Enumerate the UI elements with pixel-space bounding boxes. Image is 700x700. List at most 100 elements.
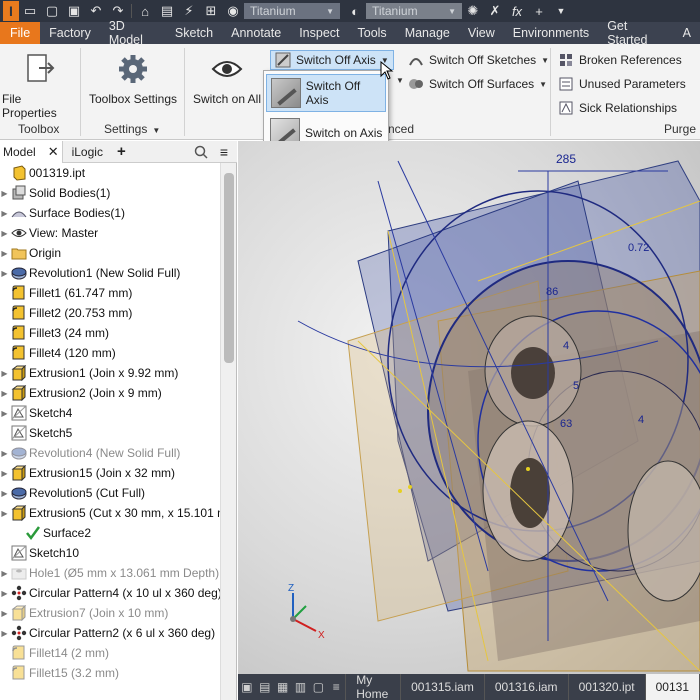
expand-arrow-icon[interactable]: ▶ [0, 609, 9, 618]
tab-annotate[interactable]: Annotate [222, 22, 290, 44]
doc-tab-001315[interactable]: 001315.iam [401, 674, 485, 700]
tree-node[interactable]: Sketch5 [0, 423, 72, 443]
browser-scrollbar[interactable] [220, 163, 236, 700]
file-properties-button[interactable]: File Properties [2, 52, 78, 120]
parameters-icon[interactable]: fx [506, 0, 528, 22]
tree-node[interactable]: Surface2 [0, 523, 91, 543]
appearance-icon[interactable]: ◐ [344, 0, 366, 22]
graphics-viewport[interactable]: 285 86 0.72 4 5 63 4 Z X [238, 141, 700, 674]
expand-arrow-icon[interactable]: ▶ [0, 589, 9, 598]
tree-node[interactable]: 001319.ipt [0, 163, 85, 183]
tab-factory[interactable]: Factory [40, 22, 100, 44]
cascade-icon[interactable]: ▤ [259, 678, 271, 696]
expand-arrow-icon[interactable]: ▶ [0, 509, 9, 518]
search-icon[interactable] [191, 141, 211, 163]
doc-tab-001320[interactable]: 001320.ipt [569, 674, 646, 700]
save-icon[interactable]: ▣ [63, 0, 85, 22]
tree-node[interactable]: ▶ Revolution1 (New Solid Full) [0, 263, 180, 283]
dropdown-item-switch-off-axis[interactable]: Switch Off Axis [266, 74, 386, 112]
tab-truncated[interactable]: A [674, 22, 700, 44]
tab-3d-model[interactable]: 3D Model [100, 19, 166, 47]
dimension-label[interactable]: 0.72 [628, 242, 649, 254]
split-icon[interactable]: ▥ [295, 678, 307, 696]
window-icon[interactable]: ▢ [313, 678, 325, 696]
tree-node[interactable]: ▶ Hole1 (Ø5 mm x 13.061 mm Depth) [0, 563, 219, 583]
close-icon[interactable]: ✕ [48, 144, 59, 160]
tab-manage[interactable]: Manage [396, 22, 459, 44]
expand-arrow-icon[interactable]: ▶ [0, 449, 9, 458]
switch-off-surfaces-button[interactable]: Switch Off Surfaces ▼ [408, 76, 547, 92]
tab-inspect[interactable]: Inspect [290, 22, 348, 44]
tree-node[interactable]: ▶ Origin [0, 243, 61, 263]
tree-node[interactable]: ▶ Sketch4 [0, 403, 72, 423]
dimension-label[interactable]: 285 [556, 152, 576, 166]
tab-view[interactable]: View [459, 22, 504, 44]
toolbox-settings-button[interactable]: Toolbox Settings [86, 52, 180, 106]
material-combo[interactable]: Titanium ▼ [244, 3, 340, 19]
broken-references-button[interactable]: Broken References [558, 52, 682, 68]
doc-tab-active[interactable]: 00131 [645, 674, 700, 700]
update-icon[interactable]: ⚡ [178, 0, 200, 22]
tree-node[interactable]: ▶ Circular Pattern4 (x 10 ul x 360 deg) [0, 583, 220, 603]
tree-node[interactable]: ▶ Solid Bodies(1) [0, 183, 110, 203]
tab-sketch[interactable]: Sketch [166, 22, 222, 44]
switch-on-all-button[interactable]: Switch on All [190, 52, 264, 106]
tree-node[interactable]: ▶ Extrusion7 (Join x 10 mm) [0, 603, 168, 623]
tree-node[interactable]: ▶ View: Master [0, 223, 98, 243]
expand-arrow-icon[interactable]: ▶ [0, 469, 9, 478]
group-label-settings[interactable]: Settings ▼ [104, 122, 160, 136]
expand-arrow-icon[interactable]: ▶ [0, 369, 9, 378]
undo-icon[interactable]: ↶ [85, 0, 107, 22]
expand-arrow-icon[interactable]: ▶ [0, 389, 9, 398]
expand-arrow-icon[interactable]: ▶ [0, 489, 9, 498]
tree-node[interactable]: ▶ Revolution4 (New Solid Full) [0, 443, 180, 463]
tree-node[interactable]: Fillet1 (61.747 mm) [0, 283, 132, 303]
tree-node[interactable]: ▶ Surface Bodies(1) [0, 203, 125, 223]
new-icon[interactable]: ▭ [19, 0, 41, 22]
color-wheel-icon[interactable]: ✺ [462, 0, 484, 22]
menu-icon[interactable]: ≡ [217, 141, 231, 163]
return-icon[interactable]: ▤ [156, 0, 178, 22]
clear-appearance-icon[interactable]: ✗ [484, 0, 506, 22]
menu-icon[interactable]: ≡ [330, 678, 342, 696]
expand-arrow-icon[interactable]: ▶ [0, 569, 9, 578]
tab-environments[interactable]: Environments [504, 22, 598, 44]
tab-ilogic[interactable]: iLogic [69, 141, 106, 163]
dimension-label[interactable]: 86 [546, 286, 558, 298]
select-icon[interactable]: ⊞ [200, 0, 222, 22]
dimension-label[interactable]: 5 [573, 380, 579, 392]
tree-node[interactable]: Sketch10 [0, 543, 79, 563]
dimension-label[interactable]: 63 [560, 418, 572, 430]
switch-off-axis-button[interactable]: Switch Off Axis ▼ [270, 50, 394, 70]
tile-icon[interactable]: ▣ [241, 678, 253, 696]
tree-node[interactable]: ▶ Extrusion2 (Join x 9 mm) [0, 383, 162, 403]
appearance-combo[interactable]: Titanium ▼ [366, 3, 462, 19]
tree-node[interactable]: ▶ Extrusion15 (Join x 32 mm) [0, 463, 175, 483]
plus-icon[interactable]: + [528, 0, 550, 22]
tree-node[interactable]: Fillet14 (2 mm) [0, 643, 109, 663]
tree-node[interactable]: ▶ Extrusion1 (Join x 9.92 mm) [0, 363, 178, 383]
expand-arrow-icon[interactable]: ▶ [0, 229, 9, 238]
tab-file[interactable]: File [0, 22, 41, 44]
tree-node[interactable]: ▶ Circular Pattern2 (x 6 ul x 360 deg) [0, 623, 215, 643]
expand-arrow-icon[interactable]: ▶ [0, 189, 9, 198]
doc-tab-my-home[interactable]: My Home [345, 673, 402, 700]
tree-node[interactable]: Fillet3 (24 mm) [0, 323, 109, 343]
tab-tools[interactable]: Tools [349, 22, 396, 44]
expand-arrow-icon[interactable]: ▶ [0, 269, 9, 278]
tree-node[interactable]: ▶ Extrusion5 (Cut x 30 mm, x 15.101 m [0, 503, 220, 523]
tab-get-started[interactable]: Get Started [598, 19, 673, 47]
arrange-icon[interactable]: ▦ [277, 678, 289, 696]
doc-tab-001316[interactable]: 001316.iam [485, 674, 569, 700]
tree-node[interactable]: Fillet2 (20.753 mm) [0, 303, 132, 323]
tab-model[interactable]: Model ✕ [0, 140, 63, 163]
app-logo[interactable]: I [3, 1, 19, 21]
expand-arrow-icon[interactable]: ▶ [0, 409, 9, 418]
expand-arrow-icon[interactable]: ▶ [0, 629, 9, 638]
expand-arrow-icon[interactable]: ▶ [0, 249, 9, 258]
dimension-label[interactable]: 4 [563, 340, 569, 352]
tree-node[interactable]: ▶ Revolution5 (Cut Full) [0, 483, 145, 503]
scrollbar-thumb[interactable] [224, 173, 234, 363]
switch-off-sketches-button[interactable]: Switch Off Sketches ▼ [408, 52, 549, 68]
expand-arrow-icon[interactable]: ▶ [0, 209, 9, 218]
